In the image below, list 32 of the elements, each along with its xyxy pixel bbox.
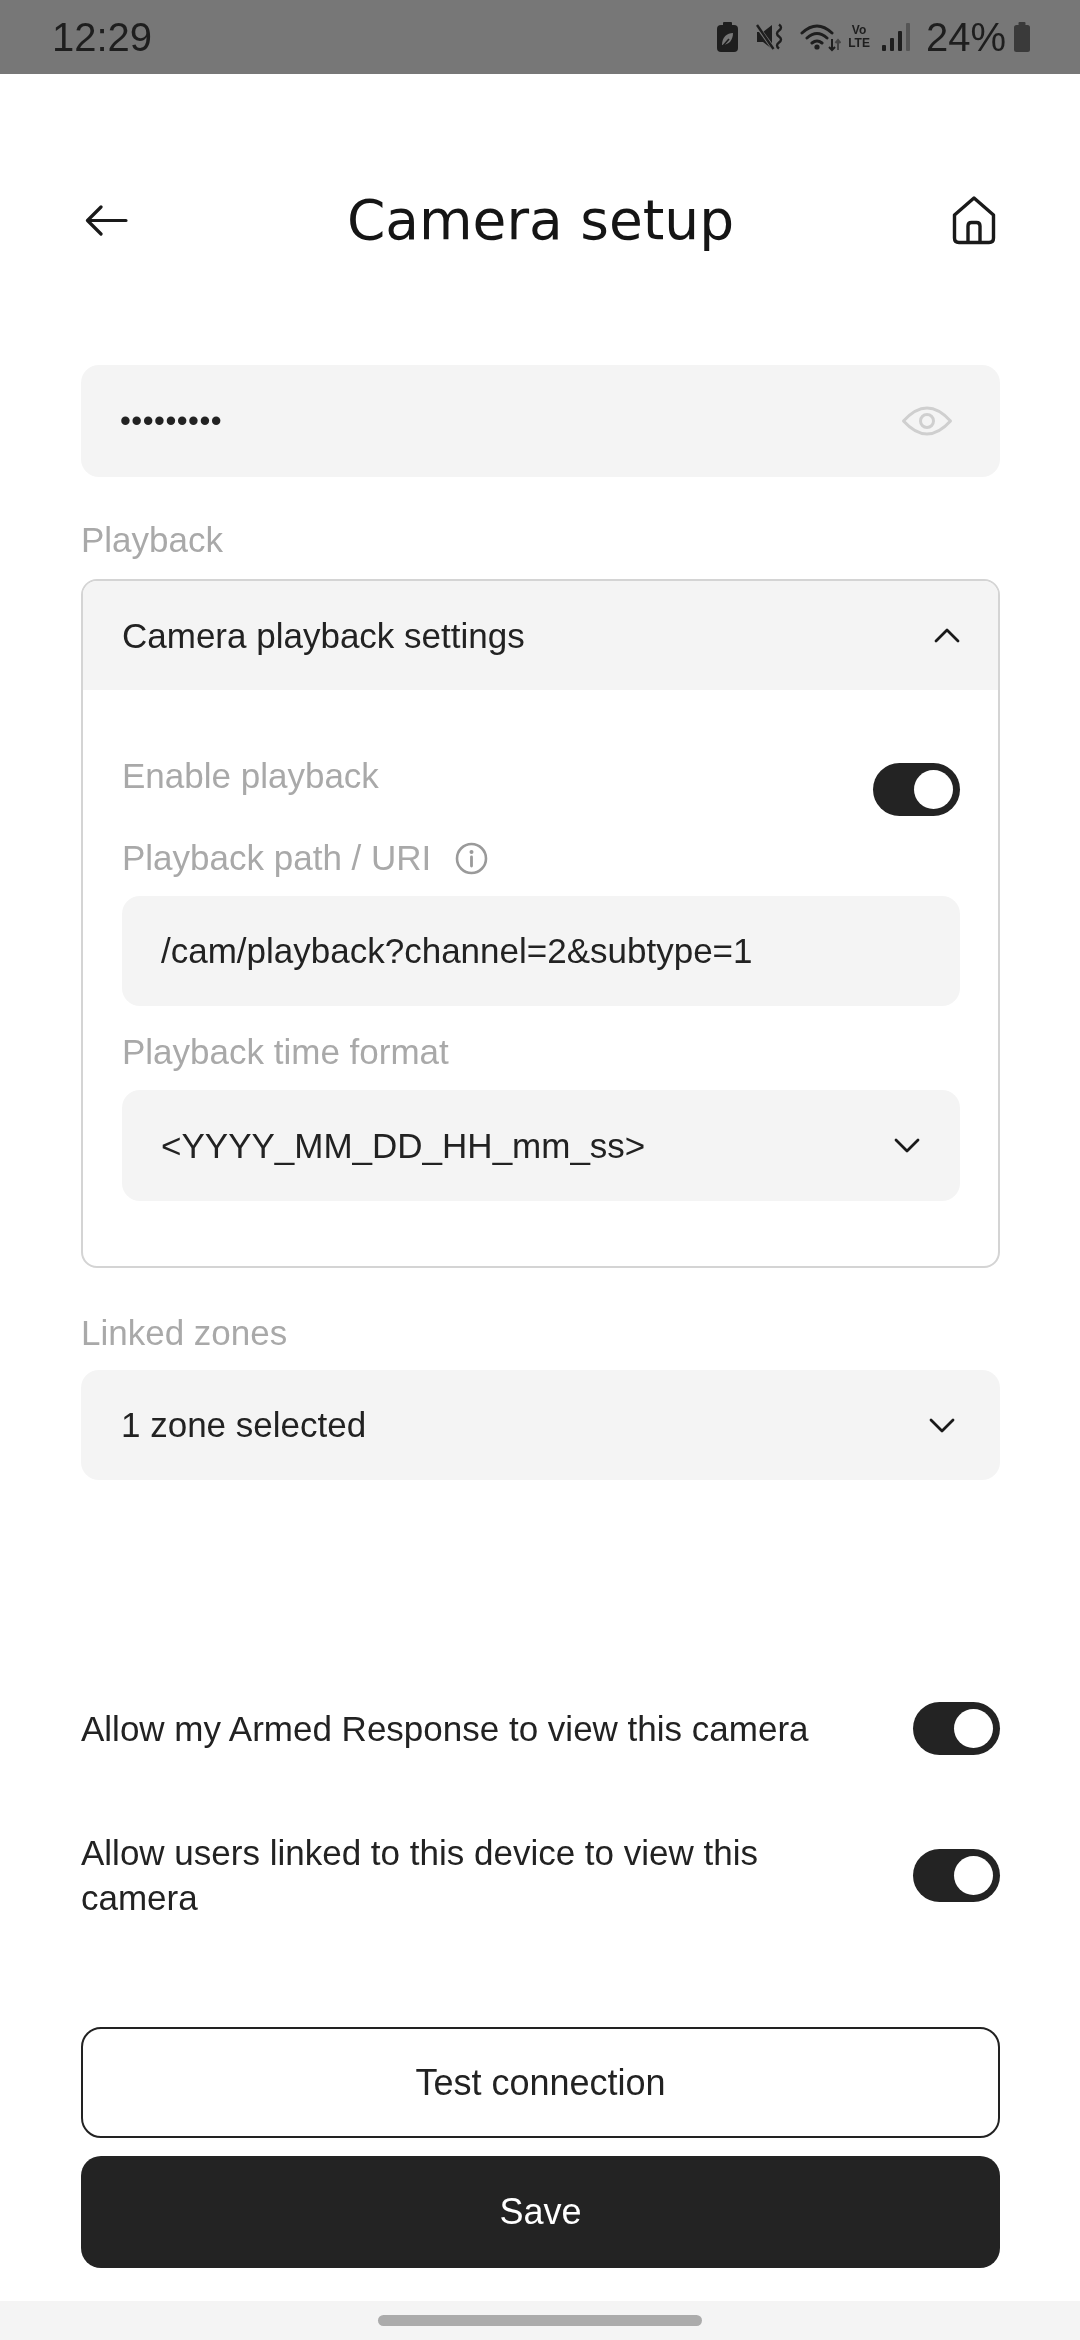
permission-label: Allow my Armed Response to view this camera — [81, 1708, 809, 1750]
battery-percent: 24% — [925, 17, 1006, 57]
home-icon[interactable] — [952, 195, 996, 245]
info-icon[interactable] — [455, 841, 489, 875]
field-label: Linked zones — [81, 1312, 288, 1354]
network-label: Vo — [851, 24, 867, 37]
permission-label: Allow users linked to this device to view this camera — [81, 1832, 759, 1919]
test-connection-button[interactable]: Test connection — [81, 2027, 1000, 2138]
password-field[interactable]: ••••••••• — [81, 365, 1000, 477]
zones-dropdown[interactable]: 1 zone selected — [81, 1370, 1000, 1480]
battery-leaf-icon — [717, 22, 739, 52]
chevron-down-icon — [929, 1417, 955, 1433]
back-arrow-icon[interactable] — [85, 204, 128, 236]
accordion-header[interactable]: Camera playback settings — [83, 581, 998, 690]
chevron-down-icon — [894, 1138, 920, 1153]
status-time: 12:29 — [52, 17, 153, 57]
home-handle[interactable] — [378, 2315, 702, 2326]
time-format-dropdown[interactable]: <YYYY_MM_DD_HH_mm_ss> — [122, 1090, 960, 1201]
toggle-switch[interactable] — [913, 1702, 1000, 1755]
network-label: LTE — [848, 37, 870, 50]
wifi-icon — [800, 22, 842, 52]
field-label: Playback path / URI — [122, 837, 432, 879]
toggle-switch[interactable] — [913, 1848, 1000, 1902]
toggle-switch[interactable] — [873, 763, 960, 816]
field-label: Playback time format — [122, 1031, 449, 1073]
toggle-label: Enable playback — [122, 755, 379, 797]
signal-icon — [881, 23, 910, 51]
uri-field[interactable]: /cam/playback?channel=2&subtype=1 — [122, 896, 960, 1006]
save-button[interactable]: Save — [81, 2156, 1000, 2268]
battery-icon — [1014, 22, 1030, 52]
section-label: Playback — [81, 519, 224, 561]
page-title: Camera setup — [346, 187, 735, 254]
